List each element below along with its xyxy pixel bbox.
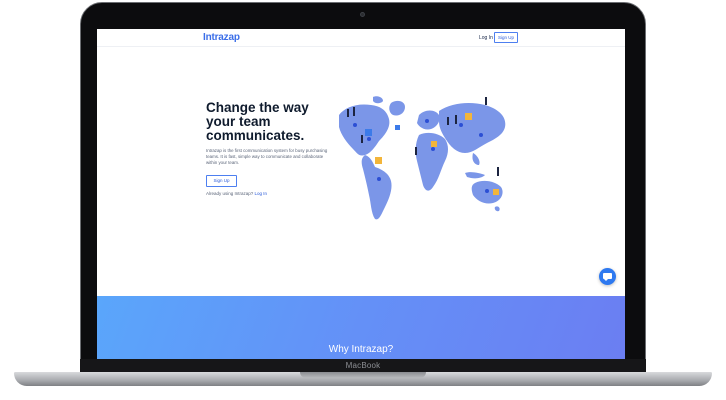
- chat-button[interactable]: [599, 268, 616, 285]
- chat-bubble-icon: [603, 273, 612, 281]
- nav-login-link[interactable]: Log In: [479, 35, 493, 41]
- hero-description: Intrazap is the first communication syst…: [206, 148, 328, 165]
- hero-login-link[interactable]: Log In: [255, 191, 268, 196]
- logo[interactable]: Intrazap: [203, 32, 240, 43]
- world-map-illustration: [339, 96, 506, 220]
- already-using-text: Already using Intrazap? Log In: [206, 191, 267, 196]
- laptop-chin: MacBook: [80, 359, 646, 373]
- browser-screen: Intrazap Log In Sign Up Change the way y…: [97, 29, 625, 359]
- laptop-notch: [300, 372, 426, 378]
- nav-signup-button[interactable]: Sign Up: [494, 32, 518, 43]
- already-using-label: Already using Intrazap?: [206, 191, 254, 196]
- hero-title: Change the way your team communicates.: [206, 100, 309, 143]
- device-label: MacBook: [345, 361, 381, 370]
- camera-icon: [360, 12, 365, 17]
- hero-signup-button[interactable]: Sign Up: [206, 175, 237, 187]
- why-section-title: Why Intrazap?: [328, 344, 394, 355]
- why-section: Why Intrazap?: [97, 296, 625, 359]
- top-nav: Intrazap Log In Sign Up: [97, 29, 625, 47]
